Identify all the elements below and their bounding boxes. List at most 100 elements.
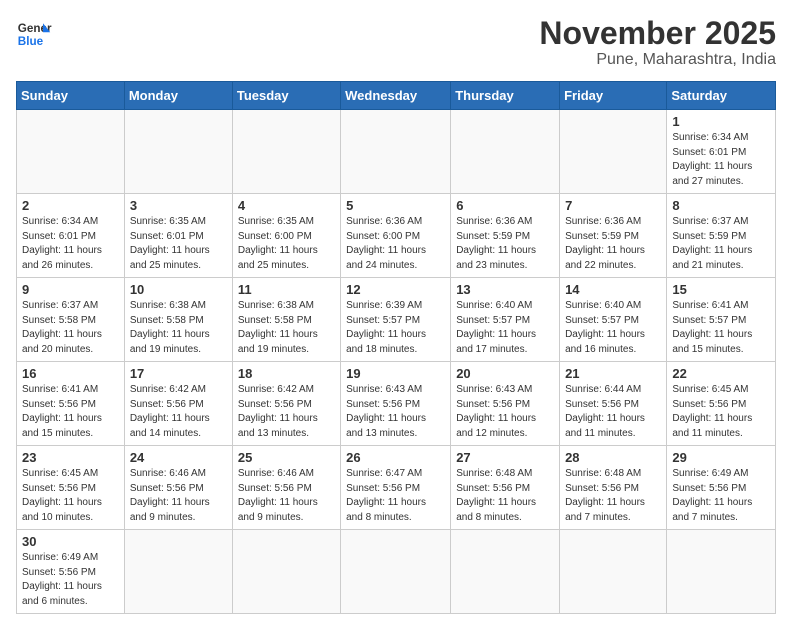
day-info: Sunrise: 6:36 AM Sunset: 5:59 PM Dayligh… bbox=[456, 215, 554, 273]
day-number: 26 bbox=[346, 450, 445, 465]
calendar-cell: 2Sunrise: 6:34 AM Sunset: 6:01 PM Daylig… bbox=[17, 194, 125, 278]
calendar-cell: 1 Sunrise: 6:34 AM Sunset: 6:01 PM Daylig… bbox=[667, 110, 776, 194]
day-number: 14 bbox=[565, 282, 661, 297]
calendar-cell: 29Sunrise: 6:49 AM Sunset: 5:56 PM Dayli… bbox=[667, 446, 776, 530]
calendar-cell bbox=[232, 110, 340, 194]
calendar-cell: 4 Sunrise: 6:35 AM Sunset: 6:00 PM Daylig… bbox=[232, 194, 340, 278]
day-number: 22 bbox=[672, 366, 770, 381]
day-info: Sunrise: 6:39 AM Sunset: 5:57 PM Dayligh… bbox=[346, 299, 445, 357]
calendar-cell: 8 Sunrise: 6:37 AM Sunset: 5:59 PM Daylig… bbox=[667, 194, 776, 278]
weekday-header-saturday: Saturday bbox=[667, 82, 776, 110]
day-number: 4 bbox=[238, 198, 335, 213]
day-number: 20 bbox=[456, 366, 554, 381]
day-info: Sunrise: 6:34 AM Sunset: 6:01 PM Dayligh… bbox=[22, 215, 119, 273]
day-number: 23 bbox=[22, 450, 119, 465]
day-info: Sunrise: 6:36 AM Sunset: 5:59 PM Dayligh… bbox=[565, 215, 661, 273]
day-info: Sunrise: 6:36 AM Sunset: 6:00 PM Dayligh… bbox=[346, 215, 445, 273]
title-block: November 2025 Pune, Maharashtra, India bbox=[539, 16, 776, 69]
day-number: 9 bbox=[22, 282, 119, 297]
day-number: 1 bbox=[672, 114, 770, 129]
day-number: 27 bbox=[456, 450, 554, 465]
calendar-cell: 9Sunrise: 6:37 AM Sunset: 5:58 PM Daylig… bbox=[17, 278, 125, 362]
calendar-cell bbox=[341, 530, 451, 614]
calendar-row: 1 Sunrise: 6:34 AM Sunset: 6:01 PM Daylig… bbox=[17, 110, 776, 194]
day-info: Sunrise: 6:35 AM Sunset: 6:00 PM Dayligh… bbox=[238, 215, 335, 273]
day-number: 25 bbox=[238, 450, 335, 465]
calendar-cell: 28 Sunrise: 6:48 AM Sunset: 5:56 PM Dayli… bbox=[560, 446, 667, 530]
day-info: Sunrise: 6:49 AM Sunset: 5:56 PM Dayligh… bbox=[22, 551, 119, 609]
day-info: Sunrise: 6:43 AM Sunset: 5:56 PM Dayligh… bbox=[456, 383, 554, 441]
calendar-cell bbox=[667, 530, 776, 614]
calendar-cell bbox=[560, 530, 667, 614]
day-number: 13 bbox=[456, 282, 554, 297]
day-info: Sunrise: 6:38 AM Sunset: 5:58 PM Dayligh… bbox=[238, 299, 335, 357]
day-info: Sunrise: 6:42 AM Sunset: 5:56 PM Dayligh… bbox=[238, 383, 335, 441]
day-number: 21 bbox=[565, 366, 661, 381]
day-info: Sunrise: 6:38 AM Sunset: 5:58 PM Dayligh… bbox=[130, 299, 227, 357]
day-info: Sunrise: 6:47 AM Sunset: 5:56 PM Dayligh… bbox=[346, 467, 445, 525]
calendar-cell: 6 Sunrise: 6:36 AM Sunset: 5:59 PM Daylig… bbox=[451, 194, 560, 278]
calendar-cell: 10Sunrise: 6:38 AM Sunset: 5:58 PM Dayli… bbox=[124, 278, 232, 362]
day-info: Sunrise: 6:49 AM Sunset: 5:56 PM Dayligh… bbox=[672, 467, 770, 525]
calendar-cell: 12 Sunrise: 6:39 AM Sunset: 5:57 PM Dayli… bbox=[341, 278, 451, 362]
day-number: 17 bbox=[130, 366, 227, 381]
day-info: Sunrise: 6:37 AM Sunset: 5:59 PM Dayligh… bbox=[672, 215, 770, 273]
calendar-cell bbox=[232, 530, 340, 614]
day-number: 18 bbox=[238, 366, 335, 381]
weekday-header-friday: Friday bbox=[560, 82, 667, 110]
calendar-cell: 23 Sunrise: 6:45 AM Sunset: 5:56 PM Dayli… bbox=[17, 446, 125, 530]
calendar-cell: 11 Sunrise: 6:38 AM Sunset: 5:58 PM Dayli… bbox=[232, 278, 340, 362]
day-info: Sunrise: 6:41 AM Sunset: 5:57 PM Dayligh… bbox=[672, 299, 770, 357]
calendar-row: 23 Sunrise: 6:45 AM Sunset: 5:56 PM Dayli… bbox=[17, 446, 776, 530]
calendar-cell bbox=[341, 110, 451, 194]
day-info: Sunrise: 6:45 AM Sunset: 5:56 PM Dayligh… bbox=[22, 467, 119, 525]
day-info: Sunrise: 6:43 AM Sunset: 5:56 PM Dayligh… bbox=[346, 383, 445, 441]
weekday-header-thursday: Thursday bbox=[451, 82, 560, 110]
day-info: Sunrise: 6:46 AM Sunset: 5:56 PM Dayligh… bbox=[130, 467, 227, 525]
calendar-row: 30Sunrise: 6:49 AM Sunset: 5:56 PM Dayli… bbox=[17, 530, 776, 614]
logo: General Blue General Blue bbox=[16, 16, 52, 52]
day-info: Sunrise: 6:40 AM Sunset: 5:57 PM Dayligh… bbox=[565, 299, 661, 357]
day-number: 12 bbox=[346, 282, 445, 297]
day-info: Sunrise: 6:46 AM Sunset: 5:56 PM Dayligh… bbox=[238, 467, 335, 525]
logo-icon: General Blue bbox=[16, 16, 52, 52]
day-info: Sunrise: 6:40 AM Sunset: 5:57 PM Dayligh… bbox=[456, 299, 554, 357]
calendar-table: SundayMondayTuesdayWednesdayThursdayFrid… bbox=[16, 81, 776, 614]
calendar-row: 2Sunrise: 6:34 AM Sunset: 6:01 PM Daylig… bbox=[17, 194, 776, 278]
calendar-cell bbox=[124, 530, 232, 614]
calendar-cell bbox=[451, 110, 560, 194]
calendar-cell: 19 Sunrise: 6:43 AM Sunset: 5:56 PM Dayli… bbox=[341, 362, 451, 446]
calendar-cell bbox=[124, 110, 232, 194]
day-number: 8 bbox=[672, 198, 770, 213]
day-number: 16 bbox=[22, 366, 119, 381]
calendar-cell: 22 Sunrise: 6:45 AM Sunset: 5:56 PM Dayli… bbox=[667, 362, 776, 446]
calendar-cell: 7 Sunrise: 6:36 AM Sunset: 5:59 PM Daylig… bbox=[560, 194, 667, 278]
day-info: Sunrise: 6:48 AM Sunset: 5:56 PM Dayligh… bbox=[456, 467, 554, 525]
calendar-cell: 3Sunrise: 6:35 AM Sunset: 6:01 PM Daylig… bbox=[124, 194, 232, 278]
calendar-cell: 27 Sunrise: 6:48 AM Sunset: 5:56 PM Dayli… bbox=[451, 446, 560, 530]
day-number: 19 bbox=[346, 366, 445, 381]
location: Pune, Maharashtra, India bbox=[539, 51, 776, 69]
calendar-cell: 5Sunrise: 6:36 AM Sunset: 6:00 PM Daylig… bbox=[341, 194, 451, 278]
weekday-header-monday: Monday bbox=[124, 82, 232, 110]
calendar-cell bbox=[17, 110, 125, 194]
day-number: 11 bbox=[238, 282, 335, 297]
weekday-header-tuesday: Tuesday bbox=[232, 82, 340, 110]
day-number: 7 bbox=[565, 198, 661, 213]
day-number: 24 bbox=[130, 450, 227, 465]
calendar-cell: 21 Sunrise: 6:44 AM Sunset: 5:56 PM Dayli… bbox=[560, 362, 667, 446]
day-number: 28 bbox=[565, 450, 661, 465]
day-info: Sunrise: 6:48 AM Sunset: 5:56 PM Dayligh… bbox=[565, 467, 661, 525]
svg-text:Blue: Blue bbox=[18, 35, 44, 48]
day-info: Sunrise: 6:34 AM Sunset: 6:01 PM Dayligh… bbox=[672, 131, 770, 189]
calendar-cell bbox=[451, 530, 560, 614]
day-number: 6 bbox=[456, 198, 554, 213]
day-info: Sunrise: 6:44 AM Sunset: 5:56 PM Dayligh… bbox=[565, 383, 661, 441]
day-info: Sunrise: 6:45 AM Sunset: 5:56 PM Dayligh… bbox=[672, 383, 770, 441]
day-number: 3 bbox=[130, 198, 227, 213]
calendar-row: 9Sunrise: 6:37 AM Sunset: 5:58 PM Daylig… bbox=[17, 278, 776, 362]
calendar-cell: 30Sunrise: 6:49 AM Sunset: 5:56 PM Dayli… bbox=[17, 530, 125, 614]
month-title: November 2025 bbox=[539, 16, 776, 51]
calendar-row: 16Sunrise: 6:41 AM Sunset: 5:56 PM Dayli… bbox=[17, 362, 776, 446]
weekday-header-sunday: Sunday bbox=[17, 82, 125, 110]
